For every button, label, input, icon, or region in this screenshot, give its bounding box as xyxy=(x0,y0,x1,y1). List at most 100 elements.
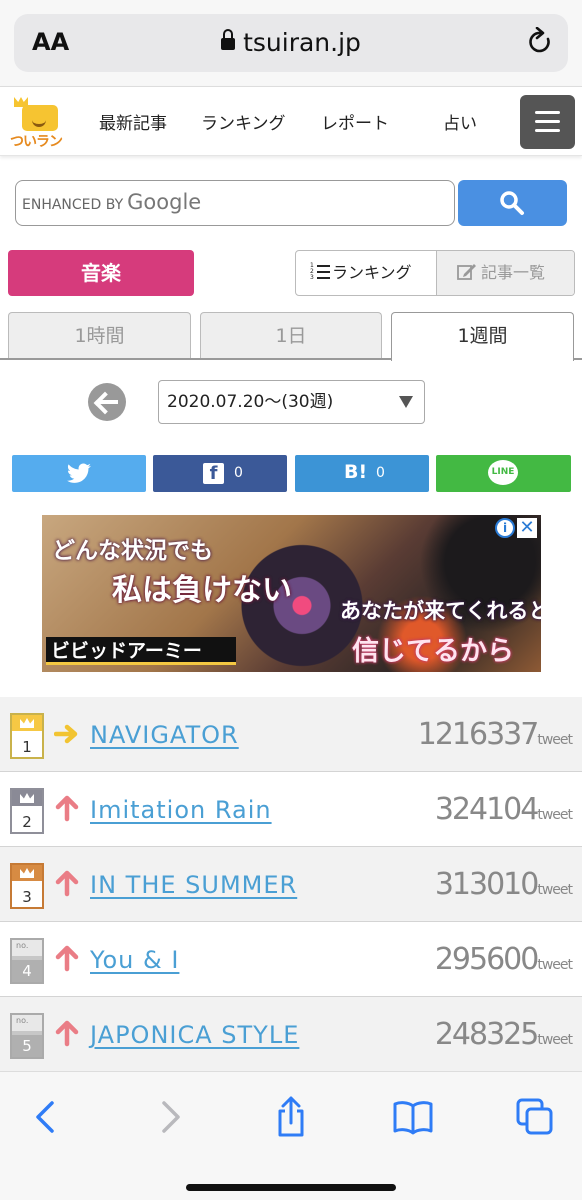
tweet-count: 313010tweet xyxy=(434,867,573,902)
tweet-count: 324104tweet xyxy=(434,792,573,827)
badge-header xyxy=(12,790,42,806)
tweet-unit: tweet xyxy=(537,957,573,973)
nav-latest-articles[interactable]: 最新記事 xyxy=(99,109,167,134)
tweet-unit: tweet xyxy=(537,1032,573,1048)
trend-up-arrow-icon xyxy=(55,1020,79,1047)
tweet-count-value: 1216337 xyxy=(417,717,540,752)
ad-headline-4: 信じてるから xyxy=(352,636,514,667)
article-list-view-button[interactable]: 記事一覧 xyxy=(436,251,574,295)
tweet-count-value: 295600 xyxy=(434,942,540,977)
tweet-count: 248325tweet xyxy=(434,1017,573,1052)
bookmarks-book-icon[interactable] xyxy=(390,1094,436,1140)
dropdown-caret-icon xyxy=(399,396,413,408)
url-display[interactable]: tsuiran.jp xyxy=(14,28,568,57)
logo-text: ついラン xyxy=(10,134,63,150)
trend-up-arrow-icon xyxy=(55,945,79,972)
category-button[interactable]: 音楽 xyxy=(8,250,194,296)
ranking-view-label: ランキング xyxy=(332,263,412,282)
site-header: ついラン 最新記事 ランキング レポート 占い xyxy=(0,86,582,156)
rank-number: 3 xyxy=(22,888,32,906)
song-title-link[interactable]: You & I xyxy=(90,946,179,974)
browser-top-bar: AA tsuiran.jp xyxy=(0,0,582,86)
ad-info-icon[interactable]: i xyxy=(495,518,515,538)
date-select-value: 2020.07.20〜(30週) xyxy=(167,392,334,412)
rank-badge-silver: 2 xyxy=(10,788,44,834)
facebook-share-button[interactable]: f 0 xyxy=(153,455,287,492)
twitter-bird-icon xyxy=(67,463,91,483)
song-title-link[interactable]: NAVIGATOR xyxy=(90,721,239,749)
ranking-row: 3 IN THE SUMMER 313010tweet xyxy=(0,847,582,922)
address-bar[interactable]: AA tsuiran.jp xyxy=(14,14,568,72)
nav-ranking[interactable]: ランキング xyxy=(201,109,286,134)
back-chevron-icon[interactable] xyxy=(24,1094,70,1140)
tab-1-hour[interactable]: 1時間 xyxy=(8,312,191,359)
trend-up-arrow-icon xyxy=(55,870,79,897)
tweet-unit: tweet xyxy=(537,732,573,748)
browser-bottom-toolbar xyxy=(0,1071,582,1200)
rank-badge-bronze: 3 xyxy=(10,863,44,909)
tweet-count: 1216337tweet xyxy=(417,717,573,752)
view-toggle: 123 ランキング 記事一覧 xyxy=(295,250,575,296)
badge-header xyxy=(12,715,42,731)
facebook-icon: f xyxy=(203,463,224,484)
tweet-count: 295600tweet xyxy=(434,942,573,977)
nav-fortune[interactable]: 占い xyxy=(443,109,477,134)
rank-number: 4 xyxy=(12,960,42,982)
badge-prefix: no. xyxy=(16,941,29,950)
tabs-icon[interactable] xyxy=(512,1094,558,1140)
nav-report[interactable]: レポート xyxy=(321,109,389,134)
advertisement-banner[interactable]: どんな状況でも 私は負けない あなたが来てくれると 信じてるから ビビッドアーミ… xyxy=(42,515,541,672)
ad-close-icon[interactable]: ✕ xyxy=(517,518,537,538)
menu-icon-bar xyxy=(535,129,560,132)
menu-icon-bar xyxy=(535,111,560,114)
site-logo[interactable]: ついラン xyxy=(8,95,72,151)
song-title-link[interactable]: IN THE SUMMER xyxy=(90,871,297,899)
tweet-count-value: 313010 xyxy=(434,867,540,902)
tweet-count-value: 248325 xyxy=(434,1017,540,1052)
ranking-view-button[interactable]: 123 ランキング xyxy=(296,251,436,295)
crown-icon xyxy=(20,718,34,728)
ranking-row: 2 Imitation Rain 324104tweet xyxy=(0,772,582,847)
song-title-link[interactable]: JAPONICA STYLE xyxy=(90,1021,299,1049)
home-indicator xyxy=(186,1184,396,1191)
trend-up-arrow-icon xyxy=(55,795,79,822)
line-share-button[interactable]: LINE xyxy=(436,455,571,492)
badge-header: no. xyxy=(12,1015,42,1031)
twitter-share-button[interactable] xyxy=(12,455,146,492)
rank-badge-gold: 1 xyxy=(10,713,44,759)
lock-icon xyxy=(221,29,236,50)
numbered-list-icon: 123 xyxy=(310,263,330,281)
badge-prefix: no. xyxy=(16,1016,29,1025)
rank-badge-plain: no. 5 xyxy=(10,1013,44,1059)
share-icon[interactable] xyxy=(268,1094,314,1140)
tab-1-day[interactable]: 1日 xyxy=(200,312,382,359)
rank-number: 5 xyxy=(12,1035,42,1057)
hamburger-menu-button[interactable] xyxy=(520,95,575,149)
tweet-count-value: 324104 xyxy=(434,792,540,827)
rank-badge-plain: no. 4 xyxy=(10,938,44,984)
facebook-share-count: 0 xyxy=(234,465,243,481)
tab-1-week[interactable]: 1週間 xyxy=(391,312,574,361)
hatena-bookmark-button[interactable]: B! 0 xyxy=(295,455,429,492)
crown-icon xyxy=(20,868,34,878)
hatena-bookmark-count: 0 xyxy=(376,465,385,481)
ranking-row: no. 5 JAPONICA STYLE 248325tweet xyxy=(0,997,582,1072)
reload-icon[interactable] xyxy=(526,27,554,57)
logo-face-icon xyxy=(22,105,58,131)
search-input[interactable]: ENHANCED BY Google xyxy=(15,180,455,226)
search-placeholder-brand: Google xyxy=(127,190,202,214)
previous-period-arrow-icon[interactable] xyxy=(88,383,126,421)
date-select[interactable]: 2020.07.20〜(30週) xyxy=(158,380,425,424)
line-icon: LINE xyxy=(488,460,518,485)
menu-icon-bar xyxy=(535,120,560,123)
url-text: tsuiran.jp xyxy=(243,28,361,57)
crown-icon xyxy=(20,793,34,803)
rank-number: 1 xyxy=(22,738,32,756)
badge-header xyxy=(12,865,42,881)
song-title-link[interactable]: Imitation Rain xyxy=(90,796,272,824)
search-button[interactable] xyxy=(458,180,567,226)
tweet-unit: tweet xyxy=(537,882,573,898)
forward-chevron-icon xyxy=(162,1101,180,1133)
ad-headline-1: どんな状況でも xyxy=(52,538,213,564)
search-placeholder-prefix: ENHANCED BY xyxy=(22,197,124,213)
